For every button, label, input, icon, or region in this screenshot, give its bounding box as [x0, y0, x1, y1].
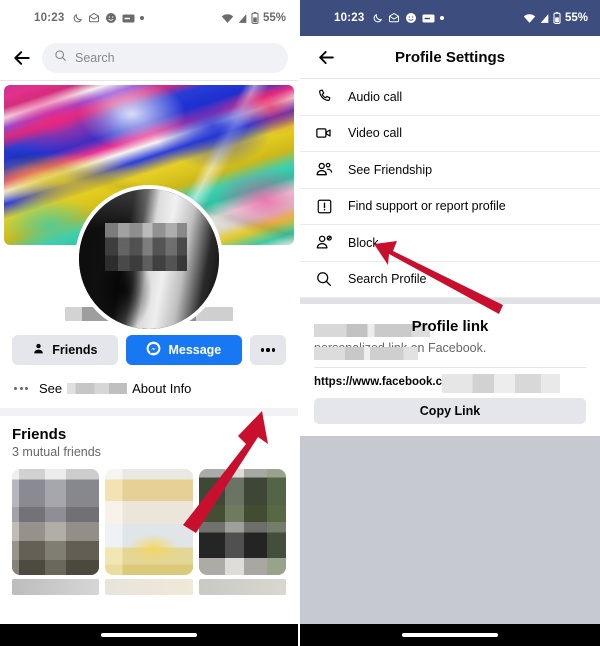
more-options-button[interactable]: [250, 335, 286, 365]
copy-link-button[interactable]: Copy Link: [314, 398, 586, 425]
battery-percent: 55%: [564, 12, 588, 24]
status-bar-left: 10:23: [34, 12, 145, 24]
menu-item-label: Block: [348, 235, 379, 250]
wifi-icon: [221, 13, 234, 24]
section-separator: [0, 408, 298, 416]
menu-item-search-profile[interactable]: Search Profile: [300, 262, 600, 298]
status-bar: 10:23 55%: [0, 0, 298, 36]
friends-button-label: Friends: [52, 343, 98, 357]
profile-name-blurred: [314, 347, 418, 360]
crescent-moon-icon: [72, 13, 83, 24]
nav-home-pill[interactable]: [101, 633, 197, 637]
two-people-icon: [314, 160, 334, 179]
nav-home-pill[interactable]: [402, 633, 498, 637]
back-arrow-icon[interactable]: [312, 43, 340, 71]
menu-item-find-support[interactable]: Find support or report profile: [300, 189, 600, 225]
about-name-blurred: [67, 383, 128, 394]
about-text: See About Info: [39, 381, 191, 396]
friend-tile[interactable]: [198, 469, 286, 575]
about-suffix: About Info: [132, 381, 192, 396]
menu-item-label: Audio call: [348, 89, 403, 104]
friends-section: Friends 3 mutual friends: [0, 416, 298, 595]
search-placeholder: Search: [75, 51, 115, 65]
friend-name-blurred: [12, 579, 100, 595]
right-phone-screen: 10:23 55% Profile Settings Audio call Vi…: [300, 0, 600, 646]
smiley-face-icon: [105, 12, 117, 24]
friends-names-row: [12, 579, 286, 595]
phone-icon: [314, 88, 334, 105]
exclamation-box-icon: [314, 198, 334, 215]
search-header: Search: [0, 36, 298, 80]
menu-item-block[interactable]: Block: [300, 225, 600, 262]
card-icon: [122, 13, 135, 24]
friend-tile[interactable]: [12, 469, 100, 575]
menu-item-audio-call[interactable]: Audio call: [300, 79, 600, 116]
see-about-info-row[interactable]: See About Info: [0, 377, 298, 408]
status-time: 10:23: [334, 12, 365, 24]
left-phone-screen: 10:23 55% Search Friends Message See Abo…: [0, 0, 300, 646]
status-bar-right: 55%: [221, 12, 286, 24]
profile-url[interactable]: https://www.facebook.com: [314, 374, 586, 394]
search-icon: [314, 270, 334, 288]
search-icon: [54, 49, 67, 67]
signal-icon: [539, 13, 550, 24]
dot-icon: [440, 16, 445, 20]
status-time: 10:23: [34, 12, 65, 24]
status-bar: 10:23 55%: [300, 0, 600, 36]
more-dots-icon: [260, 348, 276, 352]
page-title: Profile Settings: [394, 48, 506, 66]
profile-url-blurred: [442, 374, 560, 394]
avatar-blur-redaction: [105, 223, 187, 271]
messenger-icon: [146, 341, 161, 359]
system-nav-bar: [300, 624, 600, 646]
profile-link-card: Profile link personalized link on Facebo…: [300, 298, 600, 437]
friends-grid: [12, 469, 286, 575]
signal-icon: [237, 13, 248, 24]
cover-photo-area: [0, 81, 298, 333]
profile-url-text: https://www.facebook.com: [314, 376, 460, 389]
friend-tile[interactable]: [105, 469, 193, 575]
back-arrow-icon[interactable]: [8, 44, 36, 72]
envelope-icon: [388, 12, 400, 24]
avatar[interactable]: [75, 185, 223, 333]
menu-item-see-friendship[interactable]: See Friendship: [300, 152, 600, 189]
menu-item-label: Find support or report profile: [348, 199, 506, 214]
status-bar-left: 10:23: [334, 12, 445, 24]
wifi-icon: [523, 13, 536, 24]
about-prefix: See: [39, 381, 63, 396]
mutual-friends-count: 3 mutual friends: [12, 445, 101, 459]
battery-percent: 55%: [262, 12, 286, 24]
card-divider: [314, 367, 586, 369]
empty-area: [300, 436, 600, 624]
dot-icon: [140, 16, 145, 20]
card-icon: [422, 13, 435, 24]
menu-item-label: Video call: [348, 126, 402, 141]
message-button[interactable]: Message: [125, 335, 242, 365]
video-camera-icon: [314, 124, 334, 142]
friends-person-icon: [32, 342, 45, 358]
message-button-label: Message: [168, 343, 222, 357]
friend-name-blurred: [105, 579, 193, 595]
status-bar-right: 55%: [523, 12, 588, 24]
battery-icon: [251, 12, 259, 24]
person-block-icon: [314, 233, 334, 252]
smiley-face-icon: [405, 12, 417, 24]
friends-section-title: Friends: [12, 426, 67, 443]
envelope-icon: [88, 12, 100, 24]
friends-button[interactable]: Friends: [12, 335, 118, 365]
menu-item-label: Search Profile: [348, 272, 427, 287]
battery-icon: [553, 12, 561, 24]
dual-screenshot-comparison: 10:23 55% Search Friends Message See Abo…: [0, 0, 600, 646]
more-dots-icon: [14, 387, 28, 390]
search-input[interactable]: Search: [42, 43, 288, 73]
settings-menu-list: Audio call Video call See Friendship Fin…: [300, 79, 600, 298]
profile-link-heading: Profile link: [411, 318, 489, 335]
system-nav-bar: [0, 624, 298, 646]
menu-item-video-call[interactable]: Video call: [300, 116, 600, 152]
crescent-moon-icon: [372, 13, 383, 24]
page-header: Profile Settings: [300, 36, 600, 78]
friend-name-blurred: [198, 579, 286, 595]
menu-item-label: See Friendship: [348, 162, 433, 177]
